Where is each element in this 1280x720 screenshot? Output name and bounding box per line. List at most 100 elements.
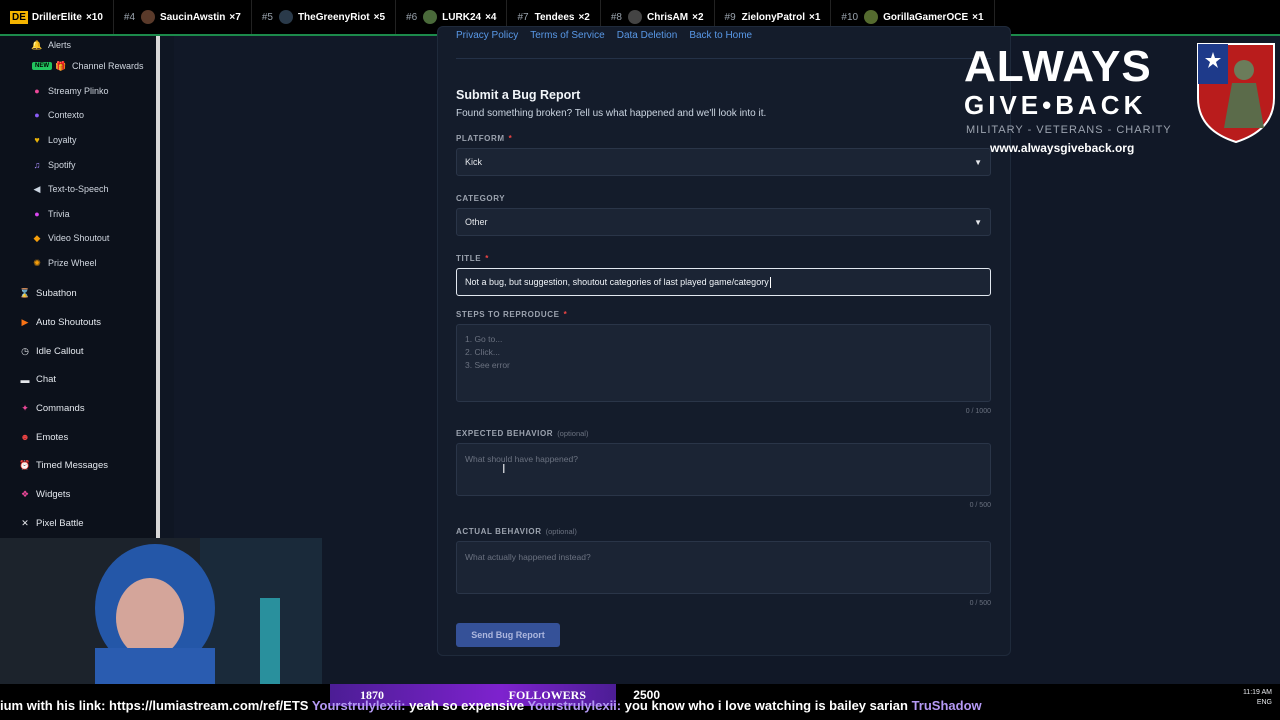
hourglass-icon: ⌛ [19,288,31,299]
category-select[interactable]: Other ▼ [456,208,991,236]
avatar [423,10,438,24]
command-icon: ✦ [21,402,29,413]
avatar [627,10,642,24]
webcam-feed [0,538,322,684]
sidebar-item-commands[interactable]: ✦ Commands [0,394,156,423]
terms-link[interactable]: Terms of Service [530,30,604,41]
sidebar-item-spotify[interactable]: ♫ Spotify [0,152,156,177]
sidebar-item-label: Prize Wheel [48,258,97,269]
required-mark: * [485,254,489,263]
sidebar-item-label: Subathon [36,288,77,300]
form-subtitle: Found something broken? Tell us what hap… [456,108,767,119]
sidebar-item-label: Streamy Plinko [48,85,109,96]
steps-counter: 0 / 1000 [965,408,991,415]
platform-label: PLATFORM * [456,134,991,143]
sidebar-item-label: Video Shoutout [48,233,110,244]
leaderboard-rank: #9 [724,11,736,23]
expected-textarea[interactable]: What should have happened? [456,443,991,496]
platform-value: Kick [465,157,483,167]
divider [456,58,991,59]
sidebar-item-label: Alerts [48,40,72,50]
promo-overlay: ALWAYS GIVE•BACK MILITARY - VETERANS - C… [958,42,1280,174]
platform-select[interactable]: Kick ▼ [456,148,991,176]
loyalty-icon: ♥ [34,135,40,146]
wheel-icon: ✺ [33,257,41,268]
sidebar-item-loyalty[interactable]: ♥ Loyalty [0,128,156,153]
new-badge: NEW [32,62,52,71]
sidebar-item-emotes[interactable]: ☻ Emotes [0,423,156,452]
sidebar-item-widgets[interactable]: ❖ Widgets [0,480,156,509]
sidebar-item-subathon[interactable]: ⌛ Subathon [0,279,156,308]
data-deletion-link[interactable]: Data Deletion [617,30,678,41]
sidebar-item-channel-rewards[interactable]: NEW 🎁 Channel Rewards [0,54,156,79]
actual-label: ACTUAL BEHAVIOR (optional) [456,527,991,536]
actual-textarea[interactable]: What actually happened instead? [456,541,991,594]
plinko-icon: ● [34,85,40,96]
sidebar-item-idle-callout[interactable]: ◷ Idle Callout [0,337,156,366]
bug-report-form: Submit a Bug Report Found something brok… [456,88,991,647]
ticker-segment: ium with his link: https://lumiastream.c… [0,698,309,713]
promo-line1: ALWAYS [964,42,1152,91]
form-title: Submit a Bug Report [456,88,581,102]
shield-logo-icon [1197,43,1275,144]
title-input-value: Not a bug, but suggestion, shoutout cate… [465,277,769,287]
sidebar-item-label: Trivia [48,208,70,219]
steps-label-text: STEPS TO REPRODUCE [456,310,560,319]
sidebar-item-label: Spotify [48,159,76,170]
text-caret [769,276,771,288]
expected-counter: 0 / 500 [969,502,991,509]
sidebar-item-label: Widgets [36,489,71,500]
optional-tag: (optional) [557,429,589,438]
ticker-user: Yourstrulylexii: [527,698,622,713]
steps-placeholder-line: 3. See error [465,359,510,370]
leaderboard-count: ×4 [485,11,497,23]
title-input[interactable]: Not a bug, but suggestion, shoutout cate… [456,268,991,296]
sidebar-item-label: Pixel Battle [36,517,84,529]
actual-counter: 0 / 500 [969,600,991,607]
back-home-link[interactable]: Back to Home [689,30,752,41]
promo-url: www.alwaysgiveback.org [990,141,1135,155]
chat-ticker: 1870 FOLLOWERS 2500 ium with his link: h… [0,684,1280,720]
ticker-user: Yourstrulylexii: [311,698,406,713]
category-value: Other [465,217,488,227]
sidebar-item-alerts[interactable]: 🔔 Alerts [0,36,156,54]
sidebar-item-streamy-plinko[interactable]: ● Streamy Plinko [0,79,156,104]
clock-icon: ◷ [21,345,29,356]
leaderboard-name: Tendees [534,11,575,23]
steps-textarea[interactable]: 1. Go to... 2. Click... 3. See error [456,324,991,402]
leaderboard-count: ×1 [809,11,821,23]
sidebar-item-pixel-battle[interactable]: ✕ Pixel Battle [0,509,156,538]
sidebar-item-video-shoutout[interactable]: ◆ Video Shoutout [0,226,156,251]
steps-placeholder-line: 2. Click... [465,346,500,357]
leaderboard-count: ×7 [229,11,241,23]
leaderboard-rank: #5 [261,11,273,23]
sidebar-item-chat[interactable]: ▬ Chat [0,365,156,394]
clock-time: 11:19 AM [1242,689,1272,696]
swords-icon: ✕ [21,517,29,528]
leaderboard-rank: #4 [123,11,136,23]
sidebar: 🔔 Alerts NEW 🎁 Channel Rewards ● Streamy… [0,36,156,538]
clock-lang: ENG [1256,699,1272,706]
emote-icon: ☻ [20,432,30,443]
footer-links: Privacy Policy Terms of Service Data Del… [456,30,752,41]
sidebar-item-label: Contexto [48,110,85,121]
leaderboard-name: GorillaGamerOCE [883,11,969,23]
sidebar-item-contexto[interactable]: ● Contexto [0,103,156,128]
gutter [160,36,174,538]
privacy-policy-link[interactable]: Privacy Policy [456,30,518,41]
leaderboard-entry: #5 TheGreenyRiot ×5 [252,0,397,34]
send-bug-report-button[interactable]: Send Bug Report [456,623,560,647]
sidebar-item-prize-wheel[interactable]: ✺ Prize Wheel [0,251,156,276]
system-clock: 11:19 AM ENG [1243,688,1272,708]
steps-label: STEPS TO REPRODUCE * [456,310,991,319]
sidebar-item-auto-shoutouts[interactable]: ▶ Auto Shoutouts [0,308,156,337]
leaderboard-count: ×2 [692,11,704,23]
sidebar-item-trivia[interactable]: ● Trivia [0,202,156,227]
sidebar-item-label: Chat [36,374,57,386]
sidebar-item-timed-messages[interactable]: ⏰ Timed Messages [0,451,156,480]
sidebar-item-text-to-speech[interactable]: ◀ Text-to-Speech [0,177,156,202]
trivia-icon: ● [34,208,40,219]
gift-icon: 🎁 [55,60,67,71]
title-label-text: TITLE [456,254,482,263]
sidebar-item-label: Text-to-Speech [48,184,109,195]
